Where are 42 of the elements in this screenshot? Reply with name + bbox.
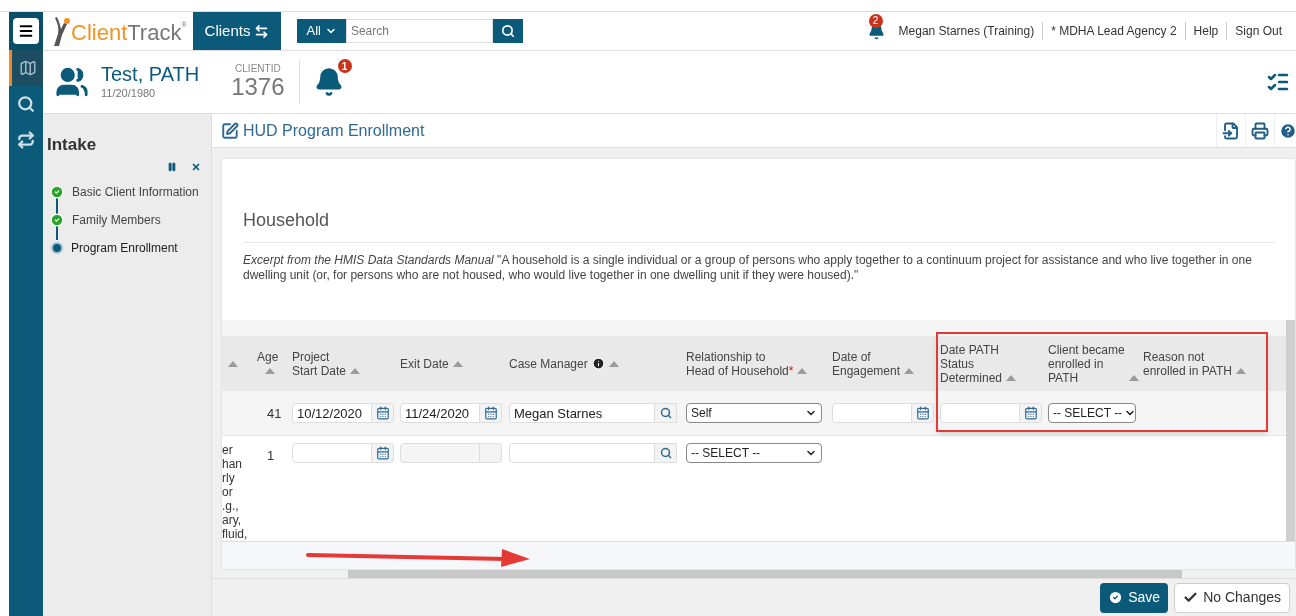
select-field[interactable]: -- SELECT -- <box>1048 403 1136 423</box>
sidebar-step[interactable]: Program Enrollment <box>71 238 178 257</box>
sidebar-title: Intake <box>47 134 98 156</box>
search-field[interactable]: Search <box>345 19 493 43</box>
column-header: Case Manager <box>509 356 588 371</box>
column-header: Age <box>257 349 279 364</box>
age-text: 1 <box>267 448 275 463</box>
truncated-text: er han rly or .g., ary, fluid, <box>222 443 249 541</box>
scope-dropdown[interactable]: All <box>297 19 346 43</box>
column-header: Project Start Date <box>292 349 347 378</box>
select-field[interactable]: Self <box>686 403 822 423</box>
column-header: Exit Date <box>400 356 449 371</box>
page-title: HUD Program Enrollment <box>243 120 425 141</box>
header-link[interactable]: Help <box>1184 22 1227 40</box>
required-marker: * <box>788 363 794 378</box>
logo[interactable]: ClientTrack$^{®}$ <box>51 16 187 46</box>
select-field[interactable]: -- SELECT -- <box>686 443 822 463</box>
clients-tab[interactable]: Clients <box>192 12 282 50</box>
header-link[interactable]: Megan Starnes (Training) <box>890 22 1043 40</box>
sidebar-step[interactable]: Basic Client Information <box>72 182 199 201</box>
notification-count: 2 <box>868 13 883 28</box>
lookup-field[interactable]: Megan Starnes <box>509 403 655 423</box>
column-header: Client became enrolled in PATH <box>1048 342 1125 385</box>
no-changes-button[interactable]: No Changes <box>1174 582 1290 613</box>
client-dob: 11/20/1980 <box>101 85 157 101</box>
age-text: 41 <box>267 406 282 421</box>
column-header: Relationship to Head of Household <box>686 349 789 378</box>
section-description: Excerpt from the HMIS Data Standards Manual "A household is a single individual or a group of persons who apply together to a continuum project for assistance and who live together in one dwelling unit (or, for persons who are not housed, who would live together in one dwelling unit if they were housed)." <box>243 253 1253 283</box>
client-name: Test, PATH <box>101 62 200 85</box>
column-header: Date PATH Status Determined <box>940 342 1003 385</box>
date-field[interactable]: 10/12/2020 <box>292 403 372 423</box>
save-button[interactable]: Save <box>1100 582 1169 613</box>
header-link[interactable]: Sign Out <box>1226 22 1290 40</box>
client-id-label: CLIENTID <box>235 64 281 74</box>
date-field[interactable]: 11/24/2020 <box>400 403 480 423</box>
section-title: Household <box>243 207 1274 243</box>
client-id: 1376 <box>231 74 285 100</box>
sidebar-step[interactable]: Family Members <box>72 210 161 229</box>
alert-count: 1 <box>337 59 352 73</box>
column-header: Date of Engagement <box>832 349 901 378</box>
header-link[interactable]: * MDHA Lead Agency 2 <box>1042 22 1185 40</box>
column-header: Reason not enrolled in PATH <box>1143 349 1232 378</box>
